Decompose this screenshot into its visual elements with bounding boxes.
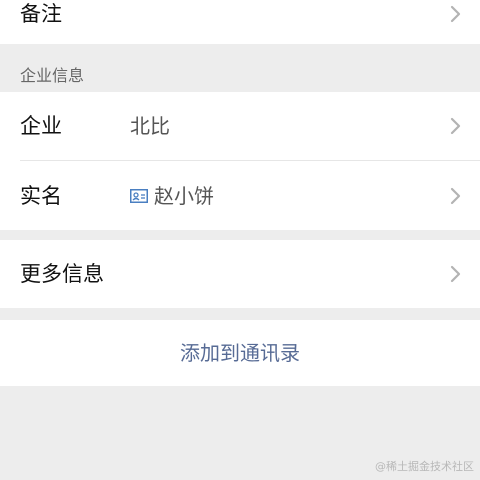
enterprise-value: 北比 bbox=[130, 114, 170, 138]
more-info-label: 更多信息 bbox=[20, 262, 104, 286]
enterprise-label: 企业 bbox=[20, 114, 62, 138]
watermark: @稀土掘金技术社区 bbox=[375, 460, 474, 473]
chevron-right-icon bbox=[450, 117, 461, 135]
add-to-contacts-button[interactable]: 添加到通讯录 bbox=[0, 340, 480, 366]
realname-label: 实名 bbox=[20, 184, 62, 208]
remark-label: 备注 bbox=[20, 2, 62, 26]
realname-value-wrap: 赵小饼 bbox=[130, 184, 214, 208]
remark-row[interactable]: 备注 bbox=[0, 0, 480, 44]
section-header-enterprise: 企业信息 bbox=[20, 66, 85, 85]
chevron-right-icon bbox=[450, 5, 461, 23]
chevron-right-icon bbox=[450, 265, 461, 283]
id-card-icon bbox=[130, 189, 148, 203]
realname-value: 赵小饼 bbox=[154, 184, 214, 208]
chevron-right-icon bbox=[450, 187, 461, 205]
enterprise-card: 企业 北比 实名 赵小饼 bbox=[0, 92, 480, 230]
more-info-row[interactable]: 更多信息 bbox=[0, 240, 480, 308]
realname-row[interactable]: 实名 赵小饼 bbox=[0, 161, 480, 230]
enterprise-row[interactable]: 企业 北比 bbox=[0, 92, 480, 160]
add-contact-card: 添加到通讯录 bbox=[0, 320, 480, 386]
